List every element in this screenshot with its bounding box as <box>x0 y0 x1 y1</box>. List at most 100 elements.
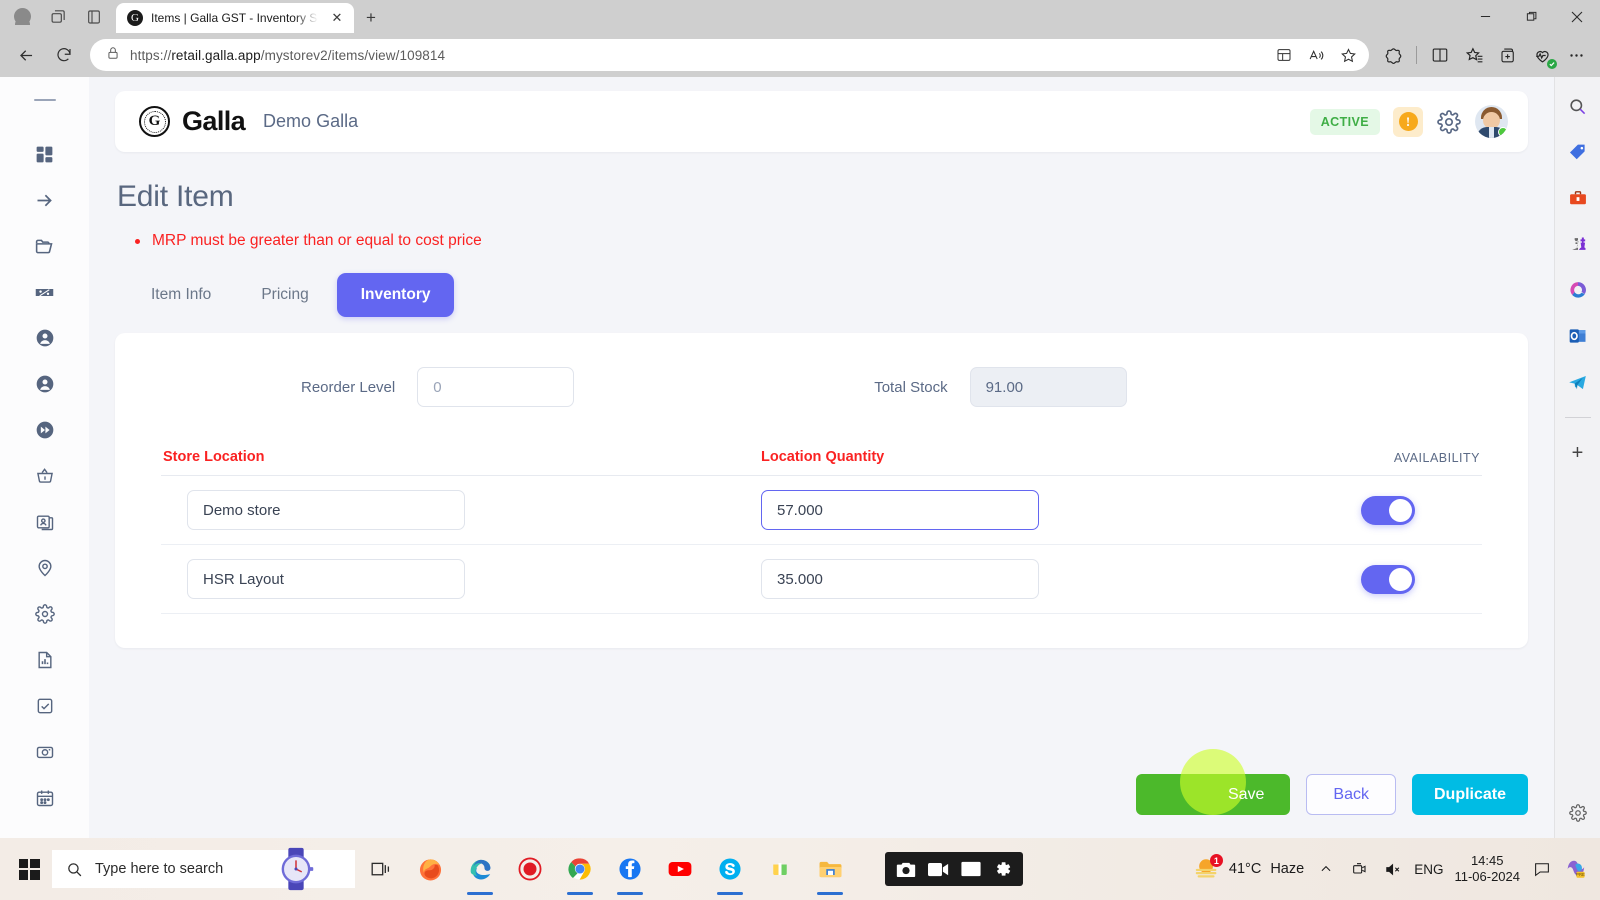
new-tab-button[interactable]: + <box>354 3 388 33</box>
reorder-level-input[interactable] <box>417 367 575 407</box>
tab-item-info[interactable]: Item Info <box>129 274 233 316</box>
availability-toggle-1[interactable] <box>1361 564 1415 594</box>
language-indicator[interactable]: ENG <box>1414 862 1443 877</box>
tab-pricing[interactable]: Pricing <box>239 274 330 316</box>
screenshot-camera-icon[interactable] <box>896 861 916 878</box>
read-aloud-icon[interactable] <box>1301 41 1331 69</box>
screen-capture-icon[interactable] <box>961 861 981 877</box>
copilot-taskbar-icon[interactable]: PRE <box>1564 858 1586 880</box>
fast-forward-icon[interactable] <box>22 407 68 453</box>
edge-icon[interactable] <box>455 841 505 897</box>
arrow-right-icon[interactable] <box>22 177 68 223</box>
close-icon[interactable]: ✕ <box>326 7 348 29</box>
file-explorer-icon[interactable] <box>805 841 855 897</box>
user-avatar[interactable] <box>1475 105 1508 138</box>
chevron-up-icon[interactable] <box>1315 858 1337 880</box>
weather-temp: 41°C <box>1228 861 1262 877</box>
weather-desc: Haze <box>1270 861 1305 877</box>
search-icon[interactable] <box>1563 91 1593 121</box>
app-header: G Galla Demo Galla ACTIVE ! <box>115 91 1528 152</box>
start-icon[interactable] <box>6 846 52 892</box>
skype-icon[interactable] <box>705 841 755 897</box>
browser-pane-icon[interactable] <box>76 0 112 33</box>
browser-titlebar: G Items | Galla GST - Inventory Soft ✕ + <box>0 0 1600 33</box>
gear-icon[interactable] <box>1436 109 1462 135</box>
supplier-icon[interactable] <box>22 361 68 407</box>
save-button[interactable]: Save <box>1135 749 1291 815</box>
report-document-icon[interactable] <box>22 637 68 683</box>
duplicate-button[interactable]: Duplicate <box>1411 774 1528 815</box>
favorite-star-icon[interactable] <box>1333 41 1363 69</box>
discount-tag-icon[interactable] <box>22 269 68 315</box>
back-button[interactable]: Back <box>1306 774 1396 815</box>
youtube-icon[interactable] <box>655 841 705 897</box>
page-viewport: G Galla Demo Galla ACTIVE ! Edit Item MR… <box>0 77 1600 838</box>
more-options-icon[interactable] <box>1560 39 1592 71</box>
copilot-icon[interactable] <box>1377 39 1409 71</box>
calendar-icon[interactable] <box>22 775 68 821</box>
split-screen-icon[interactable] <box>1424 39 1456 71</box>
profile-icon[interactable] <box>4 0 40 33</box>
location-quantity-input-0[interactable] <box>761 490 1039 530</box>
shopping-tag-icon[interactable] <box>1563 137 1593 167</box>
store-location-input-0[interactable] <box>187 490 465 530</box>
clock[interactable]: 14:45 11-06-2024 <box>1454 853 1520 886</box>
collections-add-icon[interactable] <box>1492 39 1524 71</box>
games-icon[interactable] <box>1563 229 1593 259</box>
folder-icon[interactable] <box>22 223 68 269</box>
notification-icon[interactable] <box>1531 858 1553 880</box>
firefox-icon[interactable] <box>405 841 455 897</box>
recorder-settings-icon[interactable] <box>993 860 1012 879</box>
basket-icon[interactable] <box>22 453 68 499</box>
browser-essentials-icon[interactable] <box>1526 39 1558 71</box>
tab-title: Items | Galla GST - Inventory Soft <box>151 11 318 25</box>
vertical-tabs-icon[interactable] <box>40 0 76 33</box>
address-bar[interactable]: https://retail.galla.app/mystorev2/items… <box>90 39 1369 71</box>
availability-toggle-0[interactable] <box>1361 495 1415 525</box>
refresh-icon[interactable] <box>46 39 82 71</box>
checkbox-icon[interactable] <box>22 683 68 729</box>
microsoft-365-icon[interactable] <box>1563 275 1593 305</box>
add-sidebar-app-button[interactable]: + <box>1563 438 1593 468</box>
browser-tab[interactable]: G Items | Galla GST - Inventory Soft ✕ <box>116 3 354 33</box>
error-text: MRP must be greater than or equal to cos… <box>152 232 482 249</box>
warning-button[interactable]: ! <box>1393 106 1423 137</box>
table-row <box>161 476 1482 545</box>
outlook-icon[interactable] <box>1563 321 1593 351</box>
tab-inventory[interactable]: Inventory <box>336 273 455 317</box>
dashboard-icon[interactable] <box>22 131 68 177</box>
back-arrow-icon[interactable] <box>8 39 44 71</box>
task-view-icon[interactable] <box>355 841 405 897</box>
brand-name: Galla <box>182 106 246 136</box>
telegram-icon[interactable] <box>1563 367 1593 397</box>
galla-logo-icon: G <box>139 106 170 137</box>
sidebar-settings-icon[interactable] <box>1563 798 1593 828</box>
location-pin-icon[interactable] <box>22 545 68 591</box>
video-record-icon[interactable] <box>928 862 949 877</box>
location-quantity-input-1[interactable] <box>761 559 1039 599</box>
table-header-row: Store Location Location Quantity AVAILAB… <box>161 449 1482 476</box>
brand-logo[interactable]: G Galla Demo Galla <box>139 106 358 137</box>
status-badge: ACTIVE <box>1309 108 1380 135</box>
facebook-icon[interactable] <box>605 841 655 897</box>
camera-icon[interactable] <box>22 729 68 775</box>
app-icon[interactable] <box>755 841 805 897</box>
sidebar-collapse-handle[interactable] <box>33 99 56 101</box>
network-icon[interactable] <box>1348 858 1370 880</box>
customer-icon[interactable] <box>22 315 68 361</box>
split-screen-add-icon[interactable] <box>1269 41 1299 69</box>
error-message: MRP must be greater than or equal to cos… <box>135 232 1528 250</box>
screen-recorder-icon[interactable] <box>505 841 555 897</box>
volume-muted-icon[interactable] <box>1381 858 1403 880</box>
minimize-icon[interactable] <box>1462 0 1508 33</box>
favorites-list-icon[interactable] <box>1458 39 1490 71</box>
taskbar-search[interactable]: Type here to search <box>52 847 355 891</box>
weather-widget[interactable]: 1 41°C Haze <box>1194 854 1305 881</box>
restore-icon[interactable] <box>1508 0 1554 33</box>
close-window-icon[interactable] <box>1554 0 1600 33</box>
store-location-input-1[interactable] <box>187 559 465 599</box>
chrome-icon[interactable] <box>555 841 605 897</box>
contact-card-icon[interactable] <box>22 499 68 545</box>
settings-gear-icon[interactable] <box>22 591 68 637</box>
tools-icon[interactable] <box>1563 183 1593 213</box>
